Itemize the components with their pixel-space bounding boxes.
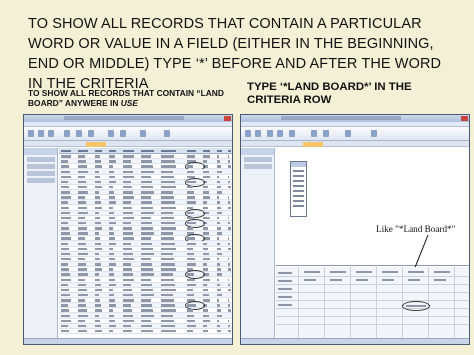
window-close-icon[interactable]: [461, 116, 468, 121]
navigation-pane: [24, 148, 58, 338]
right-screenshot-heading: TYPE ‘*LAND BOARD*’ IN THE CRITERIA ROW: [247, 81, 412, 106]
design-view-screenshot: Like "*Land Board*": [240, 114, 470, 345]
ribbon-tool-icon[interactable]: [289, 130, 295, 137]
ribbon-tool-icon[interactable]: [255, 130, 261, 137]
active-query-tab[interactable]: [86, 142, 106, 147]
active-query-tab[interactable]: [303, 142, 323, 147]
ribbon: [241, 127, 469, 141]
ribbon-tool-icon[interactable]: [88, 130, 94, 137]
ribbon-tool-icon[interactable]: [28, 130, 34, 137]
ribbon-tool-icon[interactable]: [48, 130, 54, 137]
ribbon-tool-icon[interactable]: [277, 130, 283, 137]
ribbon-tool-icon[interactable]: [311, 130, 317, 137]
datasheet-screenshot: [23, 114, 233, 345]
ribbon-tool-icon[interactable]: [371, 130, 377, 137]
ribbon-tool-icon[interactable]: [140, 130, 146, 137]
ribbon-tool-icon[interactable]: [76, 130, 82, 137]
ribbon-tool-icon[interactable]: [120, 130, 126, 137]
ribbon-tool-icon[interactable]: [245, 130, 251, 137]
ribbon: [24, 127, 232, 141]
status-bar: [24, 338, 232, 344]
document-tabs: [24, 141, 232, 147]
ribbon-tool-icon[interactable]: [345, 130, 351, 137]
field-list-icon[interactable]: [290, 161, 307, 217]
status-bar: [241, 338, 469, 344]
navigation-pane: [241, 148, 275, 338]
ribbon-tool-icon[interactable]: [64, 130, 70, 137]
ribbon-tool-icon[interactable]: [38, 130, 44, 137]
window-title-bar: [24, 115, 232, 122]
query-design-grid: [276, 267, 469, 340]
window-close-icon[interactable]: [224, 116, 231, 121]
left-heading-emphasis: USE: [120, 98, 138, 108]
ribbon-tool-icon[interactable]: [323, 130, 329, 137]
query-table-area: Like "*Land Board*": [276, 149, 469, 307]
ribbon-tool-icon[interactable]: [267, 130, 273, 137]
window-title-bar: [241, 115, 469, 122]
document-tabs: [241, 141, 469, 147]
ribbon-tool-icon[interactable]: [164, 130, 170, 137]
ribbon-tool-icon[interactable]: [108, 130, 114, 137]
datasheet-grid: [59, 148, 232, 334]
table-row[interactable]: [59, 329, 232, 334]
left-screenshot-heading: TO SHOW ALL RECORDS THAT CONTAIN “LAND B…: [28, 88, 228, 108]
